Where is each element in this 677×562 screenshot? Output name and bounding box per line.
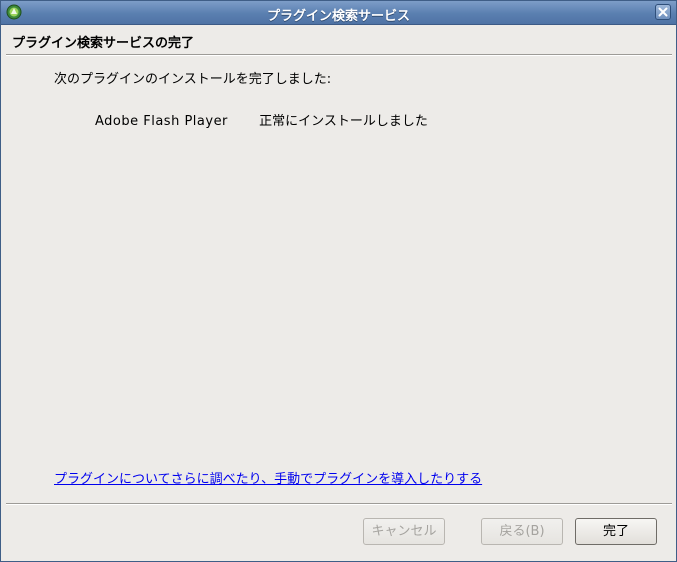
plugin-name: Adobe Flash Player — [95, 114, 228, 129]
plugin-finder-window: プラグイン検索サービス プラグイン検索サービスの完了 次のプラグインのインストー… — [0, 0, 677, 562]
close-button[interactable] — [655, 4, 671, 20]
page-header: プラグイン検索サービスの完了 — [1, 25, 676, 55]
back-button[interactable]: 戻る(B) — [481, 518, 563, 545]
intro-text: 次のプラグインのインストールを完了しました: — [54, 72, 332, 87]
title-bar[interactable]: プラグイン検索サービス — [1, 1, 676, 25]
close-icon — [656, 5, 670, 19]
cancel-button[interactable]: キャンセル — [363, 518, 445, 545]
header-divider — [6, 54, 672, 56]
footer-divider — [6, 503, 672, 505]
window-title: プラグイン検索サービス — [266, 9, 410, 24]
finish-button[interactable]: 完了 — [575, 518, 657, 545]
help-link[interactable]: プラグインについてさらに調べたり、手動でプラグインを導入したりする — [54, 468, 482, 487]
plugin-row: Adobe Flash Player 正常にインストールしました — [95, 110, 428, 129]
page-title: プラグイン検索サービスの完了 — [12, 36, 195, 51]
plugin-status: 正常にインストールしました — [259, 114, 428, 129]
